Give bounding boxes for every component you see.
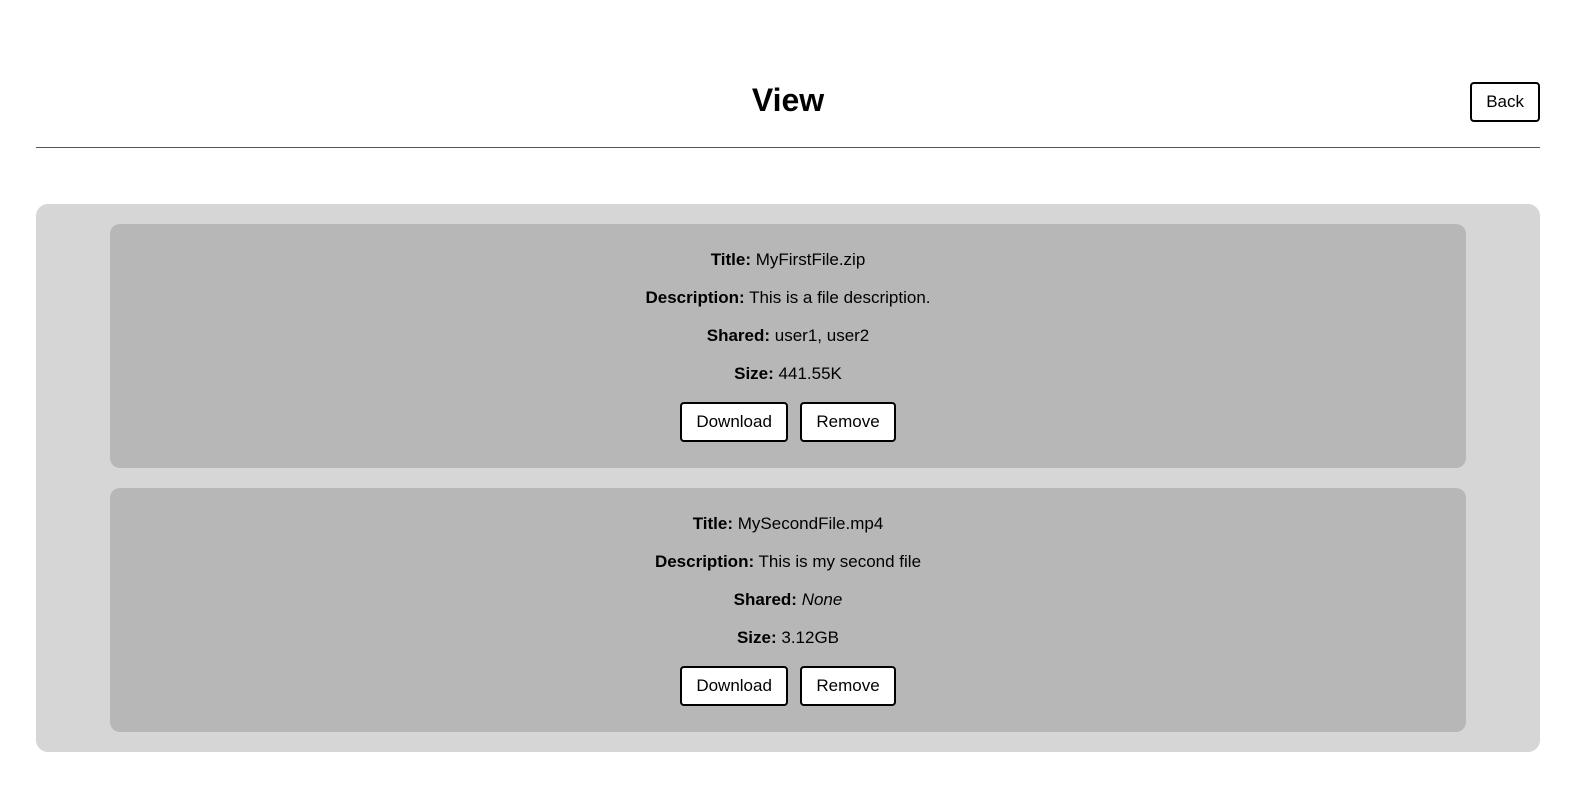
file-size-value: 3.12GB	[781, 628, 839, 647]
title-label: Title:	[711, 250, 751, 269]
file-description-row: Description: This is a file description.	[130, 288, 1446, 308]
description-label: Description:	[655, 552, 754, 571]
file-actions: Download Remove	[130, 666, 1446, 706]
file-title-row: Title: MyFirstFile.zip	[130, 250, 1446, 270]
shared-label: Shared:	[734, 590, 797, 609]
file-title-value: MySecondFile.mp4	[738, 514, 884, 533]
page-container: Back View Title: MyFirstFile.zip Descrip…	[0, 0, 1576, 782]
title-label: Title:	[693, 514, 733, 533]
file-card: Title: MySecondFile.mp4 Description: Thi…	[110, 488, 1466, 732]
file-shared-row: Shared: user1, user2	[130, 326, 1446, 346]
download-button[interactable]: Download	[680, 402, 788, 442]
file-description-value: This is my second file	[759, 552, 922, 571]
file-list-panel: Title: MyFirstFile.zip Description: This…	[36, 204, 1540, 752]
description-label: Description:	[645, 288, 744, 307]
file-size-row: Size: 3.12GB	[130, 628, 1446, 648]
download-button[interactable]: Download	[680, 666, 788, 706]
file-title-row: Title: MySecondFile.mp4	[130, 514, 1446, 534]
remove-button[interactable]: Remove	[800, 402, 895, 442]
size-label: Size:	[734, 364, 774, 383]
file-title-value: MyFirstFile.zip	[756, 250, 866, 269]
header: Back View	[36, 82, 1540, 119]
remove-button[interactable]: Remove	[800, 666, 895, 706]
divider	[36, 147, 1540, 148]
file-description-value: This is a file description.	[749, 288, 930, 307]
size-label: Size:	[737, 628, 777, 647]
file-shared-row: Shared: None	[130, 590, 1446, 610]
file-actions: Download Remove	[130, 402, 1446, 442]
page-title: View	[36, 82, 1540, 119]
shared-label: Shared:	[707, 326, 770, 345]
file-shared-value: user1, user2	[775, 326, 870, 345]
file-size-value: 441.55K	[779, 364, 842, 383]
file-size-row: Size: 441.55K	[130, 364, 1446, 384]
file-card: Title: MyFirstFile.zip Description: This…	[110, 224, 1466, 468]
file-description-row: Description: This is my second file	[130, 552, 1446, 572]
back-button[interactable]: Back	[1470, 82, 1540, 122]
file-shared-value: None	[802, 590, 843, 609]
